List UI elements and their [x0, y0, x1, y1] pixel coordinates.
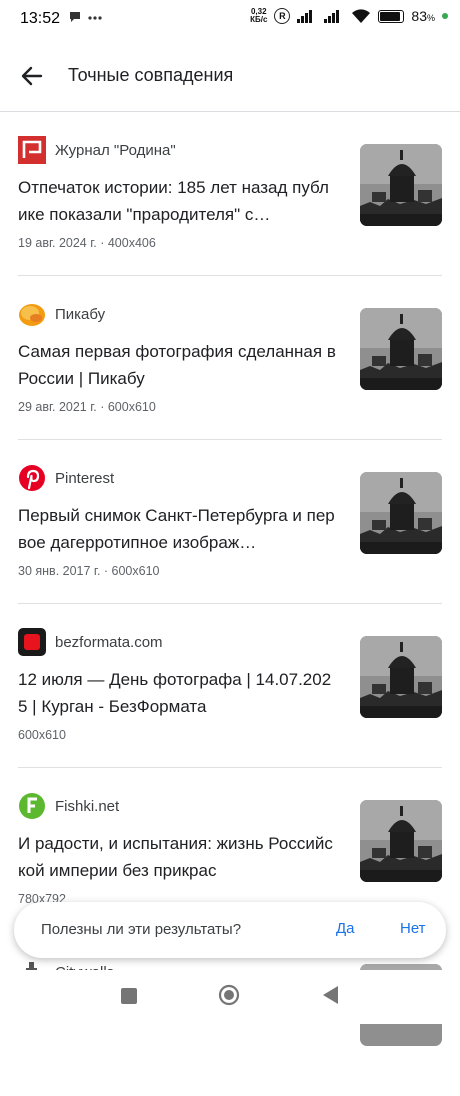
result-title[interactable]: И радости, и испытания: жизнь Российской…: [18, 830, 336, 884]
result-item[interactable]: Pinterest Первый снимок Санкт-Петербурга…: [0, 440, 460, 604]
result-thumbnail[interactable]: [360, 800, 442, 882]
bezformata-icon: [18, 628, 46, 656]
result-meta: 19 авг. 2024 г. · 400x406: [18, 236, 156, 250]
signal-icon: [297, 10, 313, 23]
app-bar: Точные совпадения: [0, 40, 460, 112]
battery-percent: 83%: [411, 8, 435, 24]
result-meta: 30 янв. 2017 г. · 600x610: [18, 564, 160, 578]
result-source-name: Журнал "Родина": [55, 141, 176, 159]
pinterest-icon: [18, 464, 46, 492]
result-title[interactable]: Отпечаток истории: 185 лет назад публике…: [18, 174, 336, 228]
result-meta: 600x610: [18, 728, 66, 742]
network-speed: 0,32 КБ/с: [250, 8, 267, 24]
fishki-icon: [18, 792, 46, 820]
result-thumbnail[interactable]: [360, 308, 442, 390]
result-item[interactable]: Пикабу Самая первая фотография сделанная…: [0, 276, 460, 440]
back-triangle-icon[interactable]: [320, 984, 340, 1006]
feedback-no-button[interactable]: Нет: [400, 920, 426, 937]
result-source[interactable]: Fishki.net: [18, 792, 119, 820]
result-thumbnail[interactable]: [360, 636, 442, 718]
result-source-name: Pinterest: [55, 469, 115, 487]
result-source[interactable]: Журнал "Родина": [18, 136, 176, 164]
page-title: Точные совпадения: [68, 65, 234, 85]
result-thumbnail[interactable]: [360, 144, 442, 226]
chat-bubble-icon: [70, 12, 102, 22]
status-bar: 13:52 0,32 КБ/с R 83%: [0, 0, 460, 40]
feedback-yes-button[interactable]: Да: [336, 920, 355, 937]
wifi-icon: [352, 8, 371, 23]
pikabu-icon: [18, 300, 46, 328]
result-source-name: Fishki.net: [55, 797, 120, 815]
result-title[interactable]: Первый снимок Санкт-Петербурга и первое …: [18, 502, 336, 556]
status-time: 13:52: [20, 10, 61, 27]
recents-icon[interactable]: [121, 988, 137, 1004]
rodina-icon: [18, 136, 46, 164]
result-thumbnail[interactable]: [360, 472, 442, 554]
battery-value: 83: [411, 8, 427, 24]
privacy-dot: [442, 13, 448, 19]
battery-icon: [378, 9, 405, 23]
result-item[interactable]: bezformata.com 12 июля — День фотографа …: [0, 604, 460, 768]
system-nav-bar: [0, 970, 460, 1024]
network-speed-unit: КБ/с: [250, 15, 268, 24]
result-source-name: Пикабу: [55, 305, 106, 323]
result-source-name: bezformata.com: [55, 633, 163, 651]
battery-suffix: %: [426, 13, 435, 23]
notification-icons: [68, 10, 106, 27]
signal-icon-2: [324, 10, 340, 23]
result-title[interactable]: 12 июля — День фотографа | 14.07.2025 | …: [18, 666, 336, 720]
status-right-group: 0,32 КБ/с R 83%: [250, 8, 448, 24]
back-arrow-icon[interactable]: [18, 62, 46, 90]
home-icon[interactable]: [218, 984, 240, 1006]
result-source[interactable]: Пикабу: [18, 300, 105, 328]
roaming-icon: R: [274, 8, 291, 24]
result-meta: 29 авг. 2021 г. · 600x610: [18, 400, 156, 414]
feedback-card: Полезны ли эти результаты? Да Нет: [14, 902, 446, 958]
result-source[interactable]: bezformata.com: [18, 628, 163, 656]
result-title[interactable]: Самая первая фотография сделанная в Росс…: [18, 338, 336, 392]
result-item[interactable]: Журнал "Родина" Отпечаток истории: 185 л…: [0, 112, 460, 276]
feedback-question: Полезны ли эти результаты?: [41, 921, 242, 938]
result-source[interactable]: Pinterest: [18, 464, 114, 492]
